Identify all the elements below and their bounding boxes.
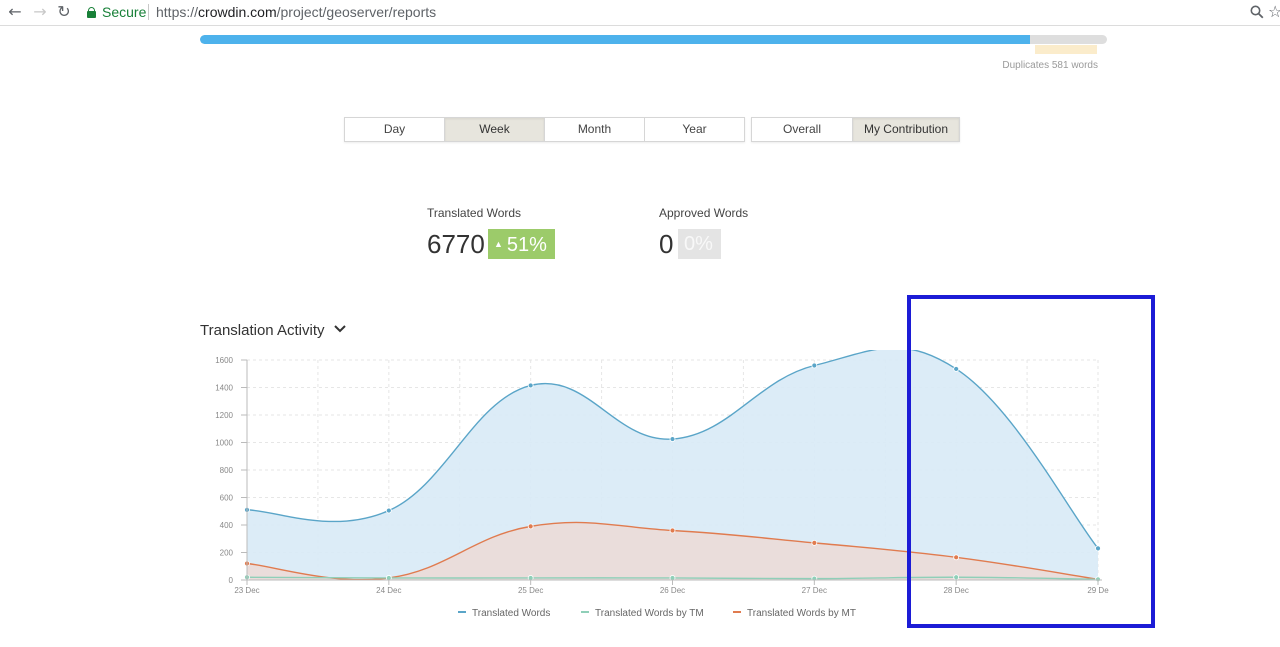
url-separator [148, 4, 149, 20]
legend-label-tm: Translated Words by TM [595, 608, 704, 619]
legend-tm[interactable]: Translated Words by TM [581, 608, 704, 619]
url-field[interactable]: https://crowdin.com/project/geoserver/re… [156, 4, 436, 20]
approved-words-value: 0 [659, 229, 674, 259]
x-tick-label: 27 Dec [802, 586, 827, 595]
legend-swatch-translated [458, 611, 466, 613]
translation-progress-bar [200, 35, 1107, 44]
approved-change-badge: 0% [678, 229, 721, 259]
data-point-translated[interactable] [385, 507, 392, 514]
up-arrow-icon: ▲ [494, 239, 503, 249]
url-host: crowdin.com [198, 4, 277, 20]
legend-label-translated: Translated Words [472, 608, 551, 619]
data-point-mt[interactable] [669, 527, 676, 534]
forward-arrow-icon[interactable]: → [31, 3, 49, 21]
tab-year[interactable]: Year [645, 118, 744, 141]
url-path: /project/geoserver/reports [276, 4, 437, 20]
y-tick-label: 400 [220, 521, 234, 530]
x-tick-label: 23 Dec [234, 586, 259, 595]
approved-change-value: 0% [684, 233, 713, 255]
legend-label-mt: Translated Words by MT [747, 608, 856, 619]
x-tick-label: 25 Dec [518, 586, 543, 595]
x-tick-label: 24 Dec [376, 586, 401, 595]
tab-day[interactable]: Day [345, 118, 445, 141]
y-tick-label: 200 [220, 549, 234, 558]
data-point-mt[interactable] [811, 539, 818, 546]
legend-swatch-mt [733, 611, 741, 613]
approved-words-label: Approved Words [659, 206, 749, 220]
y-tick-label: 800 [220, 466, 234, 475]
legend-mt[interactable]: Translated Words by MT [733, 608, 856, 619]
y-tick-label: 1400 [215, 384, 233, 393]
reload-icon[interactable]: ↻ [55, 3, 73, 21]
y-tick-label: 1000 [215, 439, 233, 448]
y-tick-label: 600 [220, 494, 234, 503]
scope-tabs: Overall My Contribution [751, 117, 960, 142]
translated-words-label: Translated Words [427, 206, 522, 220]
url-scheme: https:// [156, 4, 199, 20]
x-tick-label: 26 Dec [660, 586, 685, 595]
zoom-icon[interactable] [1250, 5, 1264, 19]
period-tabs: Day Week Month Year [344, 117, 745, 142]
secure-label: Secure [102, 4, 147, 20]
legend-translated[interactable]: Translated Words [458, 608, 550, 619]
bookmark-star-icon[interactable]: ☆ [1268, 2, 1280, 22]
progress-fill [200, 35, 1030, 44]
chevron-down-icon[interactable] [333, 322, 347, 336]
data-point-translated[interactable] [811, 362, 818, 369]
browser-address-bar: ← → ↻ Secure https://crowdin.com/project… [0, 0, 1280, 26]
translation-activity-title[interactable]: Translation Activity [200, 322, 325, 339]
tab-week[interactable]: Week [445, 118, 545, 141]
translated-words-value: 6770 [427, 229, 485, 259]
y-tick-label: 0 [229, 576, 234, 585]
translated-change-badge: ▲ 51% [488, 229, 555, 259]
translated-change-value: 51% [506, 234, 547, 256]
duplicates-text: Duplicates 581 words [1002, 60, 1098, 71]
legend-swatch-tm [581, 611, 589, 613]
lock-icon [87, 7, 96, 18]
data-point-translated[interactable] [669, 436, 676, 442]
data-point-mt[interactable] [527, 523, 534, 530]
highlight-box [907, 295, 1155, 628]
tab-my-contribution[interactable]: My Contribution [853, 118, 959, 141]
tab-overall[interactable]: Overall [752, 118, 853, 141]
y-tick-label: 1200 [215, 411, 233, 420]
tab-month[interactable]: Month [545, 118, 645, 141]
data-point-translated[interactable] [527, 382, 534, 389]
back-arrow-icon[interactable]: ← [6, 3, 24, 21]
y-tick-label: 1600 [215, 356, 233, 365]
duplicates-bar [1035, 45, 1097, 54]
